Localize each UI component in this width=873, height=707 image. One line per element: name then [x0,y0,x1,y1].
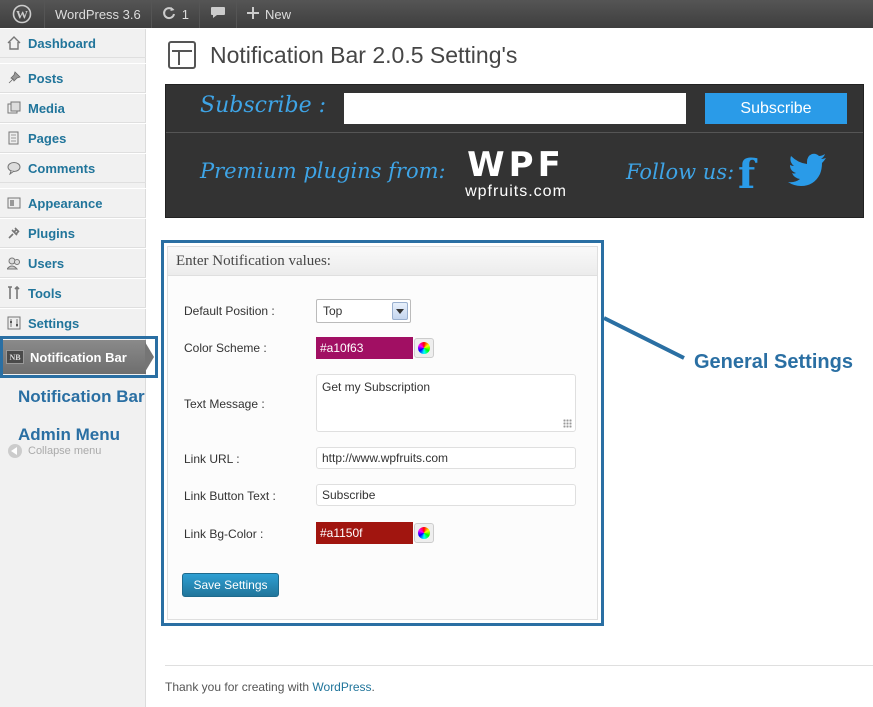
sidebar-item-label: Dashboard [28,35,96,51]
sidebar-item-settings[interactable]: Settings [0,308,146,338]
media-icon [6,100,22,116]
plugin-icon [6,225,22,241]
pin-icon [6,70,22,86]
follow-us-text: Follow us: [626,160,735,184]
settings-icon [6,315,22,331]
comments-menu[interactable] [200,0,237,28]
site-name-menu[interactable]: WordPress 3.6 [45,0,152,28]
logo-small-text: wpfruits.com [465,183,567,200]
general-settings-highlight [161,240,604,626]
subscribe-email-input[interactable] [344,93,686,124]
notification-bar-highlight [0,336,158,378]
collapse-menu-label: Collapse menu [28,445,102,457]
dashboard-icon [6,35,22,51]
footer: Thank you for creating with WordPress. [165,680,375,694]
sidebar-item-posts[interactable]: Posts [0,63,146,93]
subscribe-button[interactable]: Subscribe [705,93,847,124]
page-layout-icon [168,41,196,69]
sidebar-item-label: Settings [28,315,80,331]
new-content-menu[interactable]: New [237,0,301,28]
sidebar-item-appearance[interactable]: Appearance [0,188,146,218]
pages-icon [6,130,22,146]
notification-banner-preview: Subscribe : Subscribe Premium plugins fr… [165,84,864,218]
updates-menu[interactable]: 1 [152,0,200,28]
logo-big-text: WPF [467,145,565,185]
footer-divider [165,665,873,666]
wordpress-link[interactable]: WordPress [312,680,371,694]
wpf-logo[interactable]: WPF wpfruits.com [451,147,581,201]
refresh-icon [162,6,176,23]
sidebar-item-label: Comments [28,160,96,176]
comment-bubble-icon [210,6,226,23]
tools-icon [6,285,22,301]
annotation-notification-bar: Notification Bar [18,387,145,406]
updates-count: 1 [181,6,189,22]
sidebar-item-dashboard[interactable]: Dashboard [0,28,146,58]
annotation-admin-menu: Admin Menu [18,425,120,444]
banner-divider [166,132,863,133]
annotation-connector [603,316,685,360]
plus-icon [246,6,259,22]
users-icon [6,255,22,271]
footer-text: Thank you for creating with [165,680,313,694]
sidebar-item-pages[interactable]: Pages [0,123,146,153]
sidebar-item-label: Posts [28,70,64,86]
subscribe-label: Subscribe : [200,93,326,118]
collapse-arrow-icon [8,444,22,458]
new-label: New [264,6,291,22]
site-name: WordPress 3.6 [55,6,141,22]
sidebar-item-label: Tools [28,285,62,301]
sidebar-item-label: Media [28,100,65,116]
sidebar-item-label: Users [28,255,65,271]
footer-suffix: . [371,680,375,694]
wp-logo-menu[interactable]: W [0,0,45,28]
comment-icon [6,160,22,176]
wordpress-logo-icon: W [10,4,34,24]
sidebar-item-plugins[interactable]: Plugins [0,218,146,248]
sidebar-item-label: Appearance [28,195,103,211]
twitter-icon[interactable] [788,153,828,192]
appearance-icon [6,195,22,211]
sidebar-item-comments[interactable]: Comments [0,153,146,183]
sidebar-item-label: Plugins [28,225,75,241]
page-title: Notification Bar 2.0.5 Setting's [210,42,518,68]
svg-text:W: W [16,8,28,22]
facebook-icon[interactable]: f [738,151,755,198]
sidebar-item-users[interactable]: Users [0,248,146,278]
premium-plugins-text: Premium plugins from: [200,159,446,183]
sidebar-item-label: Pages [28,130,67,146]
annotation-general-settings: General Settings [694,351,853,373]
admin-bar: W WordPress 3.6 1 New [0,0,873,28]
sidebar-item-media[interactable]: Media [0,93,146,123]
collapse-menu-button[interactable]: Collapse menu [8,444,101,458]
sidebar-item-tools[interactable]: Tools [0,278,146,308]
